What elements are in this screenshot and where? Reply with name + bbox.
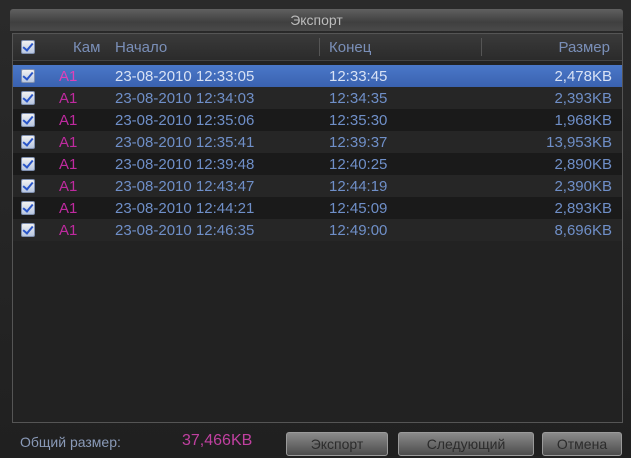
table-header: Кам Начало Конец Размер (13, 34, 622, 61)
row-start: 23-08-2010 12:39:48 (115, 156, 255, 173)
row-cam: A1 (59, 222, 78, 239)
row-start: 23-08-2010 12:33:05 (115, 68, 255, 85)
table-row[interactable]: A1 23-08-2010 12:34:03 12:34:35 2,393KB (13, 87, 622, 109)
row-end: 12:39:37 (329, 134, 388, 151)
row-cam: A1 (59, 156, 78, 173)
table-row[interactable]: A1 23-08-2010 12:33:05 12:33:45 2,478KB (13, 65, 622, 87)
row-cam: A1 (59, 90, 78, 107)
row-end: 12:49:00 (329, 222, 388, 239)
dialog-footer: Общий размер: 37,466KB Экспорт Следующий… (10, 424, 623, 456)
row-cam: A1 (59, 178, 78, 195)
row-size: 1,968KB (554, 112, 612, 129)
row-checkbox[interactable] (21, 135, 35, 149)
row-start: 23-08-2010 12:44:21 (115, 200, 255, 217)
table-row[interactable]: A1 23-08-2010 12:35:06 12:35:30 1,968KB (13, 109, 622, 131)
row-end: 12:34:35 (329, 90, 388, 107)
row-size: 2,890KB (554, 156, 612, 173)
row-end: 12:33:45 (329, 68, 388, 85)
row-start: 23-08-2010 12:46:35 (115, 222, 255, 239)
row-checkbox[interactable] (21, 179, 35, 193)
column-start[interactable]: Начало (115, 39, 167, 56)
table-row[interactable]: A1 23-08-2010 12:35:41 12:39:37 13,953KB (13, 131, 622, 153)
select-all-checkbox[interactable] (21, 40, 35, 54)
row-end: 12:40:25 (329, 156, 388, 173)
row-size: 2,390KB (554, 178, 612, 195)
column-end[interactable]: Конец (329, 39, 371, 56)
column-size[interactable]: Размер (558, 39, 610, 56)
row-checkbox[interactable] (21, 69, 35, 83)
row-cam: A1 (59, 112, 78, 129)
table-row[interactable]: A1 23-08-2010 12:39:48 12:40:25 2,890KB (13, 153, 622, 175)
row-start: 23-08-2010 12:34:03 (115, 90, 255, 107)
row-checkbox[interactable] (21, 201, 35, 215)
column-cam[interactable]: Кам (73, 39, 100, 56)
row-size: 2,393KB (554, 90, 612, 107)
row-size: 13,953KB (546, 134, 612, 151)
row-end: 12:45:09 (329, 200, 388, 217)
row-size: 2,478KB (554, 68, 612, 85)
row-cam: A1 (59, 134, 78, 151)
row-end: 12:35:30 (329, 112, 388, 129)
export-button[interactable]: Экспорт (286, 432, 388, 456)
column-divider (319, 38, 320, 56)
row-cam: A1 (59, 68, 78, 85)
table-row[interactable]: A1 23-08-2010 12:44:21 12:45:09 2,893KB (13, 197, 622, 219)
total-size-label: Общий размер: (20, 434, 121, 450)
row-checkbox[interactable] (21, 113, 35, 127)
row-size: 2,893KB (554, 200, 612, 217)
row-checkbox[interactable] (21, 157, 35, 171)
row-size: 8,696KB (554, 222, 612, 239)
row-start: 23-08-2010 12:35:41 (115, 134, 255, 151)
row-checkbox[interactable] (21, 91, 35, 105)
table-row[interactable]: A1 23-08-2010 12:43:47 12:44:19 2,390KB (13, 175, 622, 197)
total-size-value: 37,466KB (182, 432, 253, 449)
table-row[interactable]: A1 23-08-2010 12:46:35 12:49:00 8,696KB (13, 219, 622, 241)
file-list-panel: Кам Начало Конец Размер A1 23-08-2010 12… (12, 33, 623, 423)
row-checkbox[interactable] (21, 223, 35, 237)
export-dialog: Экспорт Кам Начало Конец Размер A1 23-08… (0, 0, 631, 458)
dialog-title: Экспорт (10, 9, 623, 31)
row-end: 12:44:19 (329, 178, 388, 195)
row-cam: A1 (59, 200, 78, 217)
row-start: 23-08-2010 12:43:47 (115, 178, 255, 195)
column-divider (481, 38, 482, 56)
next-button[interactable]: Следующий (398, 432, 534, 456)
row-start: 23-08-2010 12:35:06 (115, 112, 255, 129)
cancel-button[interactable]: Отмена (542, 432, 622, 456)
